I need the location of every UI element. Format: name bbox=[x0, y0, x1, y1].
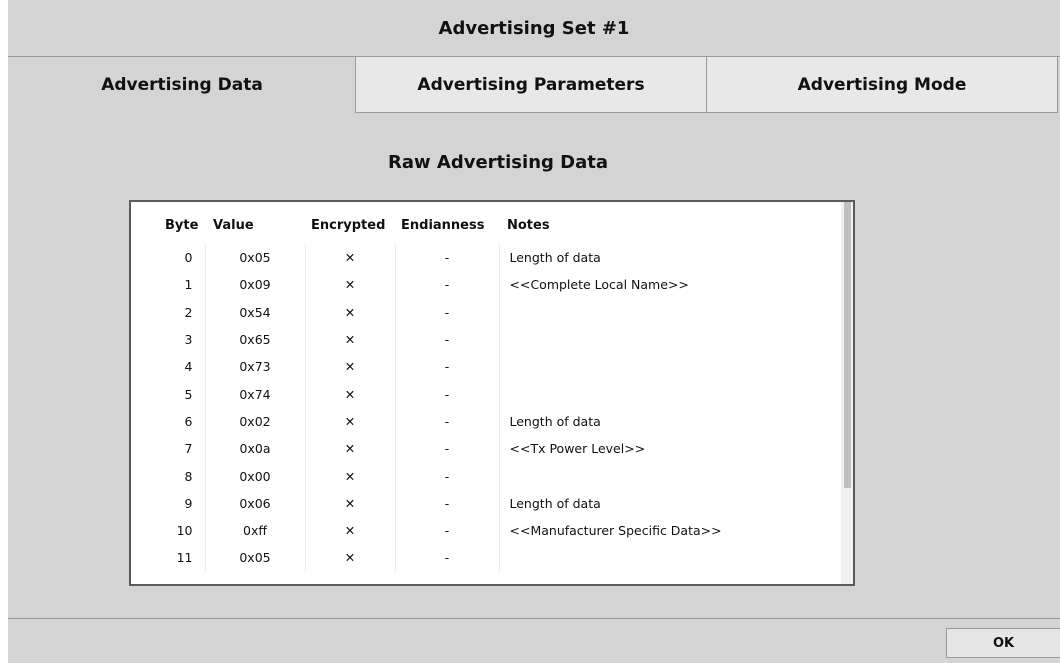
endianness-cell: - bbox=[394, 271, 499, 299]
value-cell: 0x06 bbox=[204, 489, 305, 517]
table-row[interactable]: 6 0x02 ✕ - Length of data bbox=[131, 407, 831, 436]
byte-cell: 7 bbox=[184, 441, 193, 457]
byte-cell: 3 bbox=[184, 332, 193, 348]
raw-data-table-panel: Byte Value Encrypted Endianness Notes 00… bbox=[129, 200, 855, 586]
byte-cell: 8 bbox=[184, 468, 193, 484]
encrypted-cell: ✕ bbox=[304, 516, 395, 545]
encrypted-cell: ✕ bbox=[304, 244, 395, 272]
byte-cell: 1 bbox=[184, 277, 193, 293]
value-cell: 0x0a bbox=[204, 435, 305, 463]
notes-cell: Length of data bbox=[498, 407, 831, 436]
table-scrollbar[interactable] bbox=[841, 202, 853, 584]
byte-cell: 4 bbox=[184, 359, 193, 375]
notes-cell bbox=[498, 380, 831, 408]
endianness-cell: - bbox=[394, 407, 499, 436]
notes-cell: <<Tx Power Level>> bbox=[498, 435, 831, 463]
value-cell: 0x05 bbox=[204, 244, 305, 272]
value-cell: 0x09 bbox=[204, 271, 305, 299]
tab-advertising-parameters[interactable]: Advertising Parameters bbox=[355, 57, 707, 113]
notes-cell: Length of data bbox=[498, 489, 831, 517]
column-header-endianness[interactable]: Endianness bbox=[395, 202, 499, 244]
encrypted-cell: ✕ bbox=[304, 325, 395, 354]
notes-cell: <<Complete Local Name>> bbox=[498, 271, 831, 299]
dialog-title: Advertising Set #1 bbox=[8, 0, 1060, 57]
column-header-byte[interactable]: Byte bbox=[131, 202, 205, 244]
tab-advertising-data[interactable]: Advertising Data bbox=[8, 57, 356, 113]
encrypted-cell: ✕ bbox=[304, 544, 395, 572]
value-cell: 0x00 bbox=[204, 462, 305, 490]
endianness-cell: - bbox=[394, 435, 499, 463]
ok-button[interactable]: OK bbox=[946, 628, 1060, 658]
endianness-cell: - bbox=[394, 489, 499, 517]
table-row[interactable]: 5 0x74 ✕ - bbox=[131, 380, 831, 408]
notes-cell: <<Manufacturer Specific Data>> bbox=[498, 516, 831, 545]
byte-cell: 6 bbox=[184, 413, 193, 429]
table-body: 0 0x05 ✕ - Length of data 1 0x09 ✕ - <<Complete L… bbox=[131, 244, 831, 572]
endianness-cell: - bbox=[394, 244, 499, 272]
endianness-cell: - bbox=[394, 516, 499, 545]
value-cell: 0x73 bbox=[204, 353, 305, 381]
notes-cell bbox=[498, 325, 831, 354]
encrypted-cell: ✕ bbox=[304, 380, 395, 408]
byte-cell: 10 bbox=[176, 523, 193, 539]
value-cell: 0x65 bbox=[204, 325, 305, 354]
byte-cell: 2 bbox=[184, 304, 193, 320]
table-row[interactable]: 11 0x05 ✕ - bbox=[131, 544, 831, 572]
value-cell: 0x05 bbox=[204, 544, 305, 572]
advertising-set-dialog: Advertising Set #1 Advertising Data Adve… bbox=[8, 0, 1060, 663]
encrypted-cell: ✕ bbox=[304, 489, 395, 517]
encrypted-cell: ✕ bbox=[304, 435, 395, 463]
endianness-cell: - bbox=[394, 380, 499, 408]
notes-cell bbox=[498, 462, 831, 490]
notes-cell bbox=[498, 353, 831, 381]
tab-advertising-mode[interactable]: Advertising Mode bbox=[706, 57, 1058, 113]
byte-cell: 0 bbox=[184, 250, 193, 266]
byte-cell: 9 bbox=[184, 495, 193, 511]
table-row[interactable]: 0 0x05 ✕ - Length of data bbox=[131, 244, 831, 272]
value-cell: 0x74 bbox=[204, 380, 305, 408]
table-row[interactable]: 8 0x00 ✕ - bbox=[131, 462, 831, 490]
value-cell: 0xff bbox=[204, 516, 305, 545]
column-header-encrypted[interactable]: Encrypted bbox=[305, 202, 395, 244]
endianness-cell: - bbox=[394, 325, 499, 354]
encrypted-cell: ✕ bbox=[304, 353, 395, 381]
encrypted-cell: ✕ bbox=[304, 298, 395, 326]
byte-cell: 5 bbox=[184, 386, 193, 402]
column-header-value[interactable]: Value bbox=[205, 202, 305, 244]
scrollbar-thumb[interactable] bbox=[844, 202, 851, 488]
table-row[interactable]: 3 0x65 ✕ - bbox=[131, 325, 831, 354]
notes-cell: Length of data bbox=[498, 244, 831, 272]
endianness-cell: - bbox=[394, 544, 499, 572]
table-header-row: Byte Value Encrypted Endianness Notes bbox=[131, 202, 831, 244]
table-row[interactable]: 1 0x09 ✕ - <<Complete Local Name>> bbox=[131, 271, 831, 299]
encrypted-cell: ✕ bbox=[304, 462, 395, 490]
column-header-notes[interactable]: Notes bbox=[499, 202, 831, 244]
table-row[interactable]: 7 0x0a ✕ - <<Tx Power Level>> bbox=[131, 435, 831, 463]
value-cell: 0x54 bbox=[204, 298, 305, 326]
table-row[interactable]: 2 0x54 ✕ - bbox=[131, 298, 831, 326]
notes-cell bbox=[498, 298, 831, 326]
table-row[interactable]: 9 0x06 ✕ - Length of data bbox=[131, 489, 831, 517]
encrypted-cell: ✕ bbox=[304, 271, 395, 299]
tab-bar: Advertising Data Advertising Parameters … bbox=[8, 57, 1060, 113]
notes-cell bbox=[498, 544, 831, 572]
endianness-cell: - bbox=[394, 353, 499, 381]
value-cell: 0x02 bbox=[204, 407, 305, 436]
table-row[interactable]: 4 0x73 ✕ - bbox=[131, 353, 831, 381]
endianness-cell: - bbox=[394, 298, 499, 326]
table-row[interactable]: 10 0xff ✕ - <<Manufacturer Specific Data>> bbox=[131, 516, 831, 545]
byte-cell: 11 bbox=[176, 550, 193, 566]
section-title: Raw Advertising Data bbox=[388, 152, 608, 173]
encrypted-cell: ✕ bbox=[304, 407, 395, 436]
footer-divider bbox=[8, 618, 1060, 619]
raw-data-table: Byte Value Encrypted Endianness Notes 00… bbox=[131, 202, 831, 572]
endianness-cell: - bbox=[394, 462, 499, 490]
